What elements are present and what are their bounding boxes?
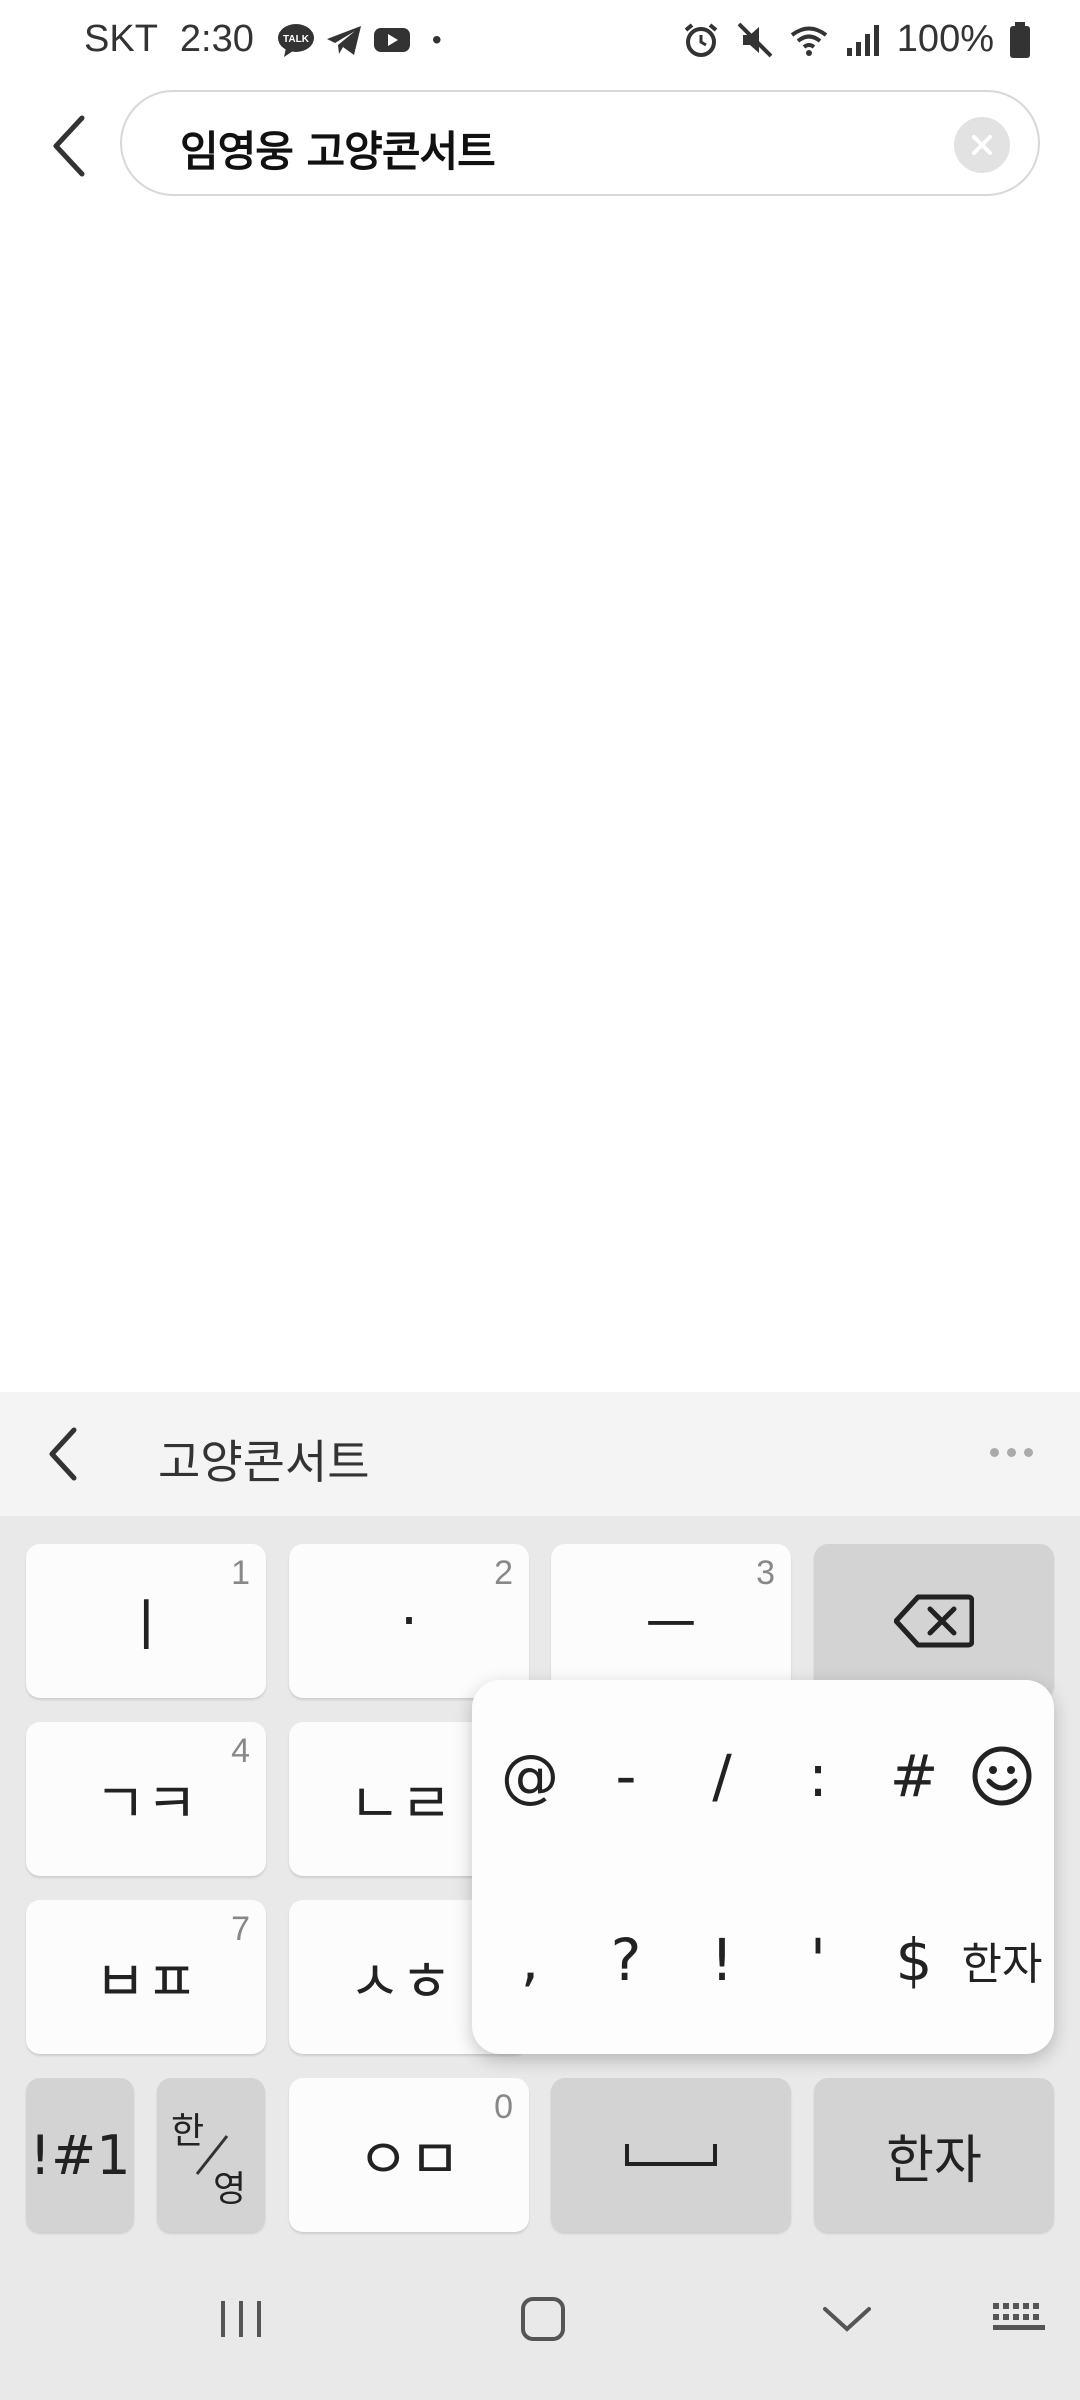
popup-slash[interactable]: / [674, 1728, 770, 1824]
home-button[interactable] [498, 2274, 588, 2364]
chevron-down-icon [823, 2307, 871, 2332]
key-label: ㄱㅋ [94, 1771, 198, 1837]
symbol-popup: @ - / : # , ? ! ' $ 한자 [472, 1680, 1054, 2054]
suggestion-bar: 고양콘서트 [0, 1392, 1080, 1516]
more-dot-icon [1007, 1447, 1016, 1457]
search-input[interactable]: 임영웅 고양콘서트 [120, 90, 1040, 196]
key-hint: 0 [494, 2088, 513, 2126]
key-o-m[interactable]: ㅇㅁ 0 [289, 2078, 529, 2232]
recent-apps-button[interactable] [196, 2274, 286, 2364]
close-icon [972, 135, 992, 155]
popup-dollar[interactable]: $ [866, 1912, 962, 2008]
svg-text:TALK: TALK [283, 34, 310, 45]
more-dot-icon [990, 1447, 999, 1457]
navigation-bar [0, 2238, 1080, 2400]
recent-apps-icon [221, 2301, 261, 2337]
hide-keyboard-button[interactable] [802, 2274, 892, 2364]
more-options-button[interactable] [990, 1442, 1040, 1462]
key-label: ㅇㅁ [357, 2127, 461, 2193]
lang-bottom: 영 [213, 2169, 247, 2210]
popup-hanja[interactable]: 한자 [954, 1912, 1050, 2008]
key-hint: 7 [231, 1910, 250, 1948]
status-bar: SKT 2:30 TALK • 100% [0, 0, 1080, 88]
wifi-icon [790, 26, 828, 56]
popup-dash[interactable]: - [578, 1728, 674, 1824]
backspace-icon [894, 1594, 974, 1648]
home-icon [521, 2297, 565, 2341]
popup-exclamation[interactable]: ! [674, 1912, 770, 2008]
popup-at[interactable]: @ [482, 1728, 578, 1824]
key-label: ㄴㄹ [349, 1771, 453, 1837]
key-hint: 3 [756, 1554, 775, 1592]
popup-apostrophe[interactable]: ' [770, 1912, 866, 2008]
clock: 2:30 [179, 18, 254, 60]
battery-icon [1010, 21, 1030, 58]
status-left: SKT 2:30 TALK • [84, 18, 442, 61]
key-label: · [400, 1588, 418, 1654]
battery-percent: 100% [896, 18, 994, 60]
key-hint: 1 [231, 1554, 250, 1592]
chevron-left-icon [49, 1427, 77, 1481]
popup-question[interactable]: ? [578, 1912, 674, 2008]
backspace-key[interactable] [814, 1544, 1054, 1698]
key-hint: 4 [231, 1732, 250, 1770]
key-b-p[interactable]: ㅂㅍ 7 [26, 1900, 266, 2054]
popup-emoji[interactable] [954, 1728, 1050, 1824]
kakaotalk-icon: TALK [277, 23, 314, 57]
alarm-icon [684, 22, 718, 57]
key-label: ㅅㅎ [349, 1949, 453, 2015]
signal-icon [846, 24, 879, 56]
suggestion-back-button[interactable] [42, 1424, 82, 1484]
chevron-left-icon [53, 115, 85, 177]
popup-colon[interactable]: : [770, 1728, 866, 1824]
key-hint: 2 [494, 1554, 513, 1592]
key-label: 한자 [886, 2130, 982, 2191]
key-label: ㅡ [645, 1593, 697, 1659]
hanja-key[interactable]: 한자 [814, 2078, 1054, 2232]
clear-search-button[interactable] [954, 117, 1010, 173]
more-dot-icon [1024, 1447, 1033, 1457]
youtube-icon [373, 27, 410, 52]
status-right: 100% [681, 18, 1032, 61]
smiley-icon [972, 1746, 1032, 1806]
key-label: !#1 [29, 2123, 131, 2187]
key-eu[interactable]: ㅡ 3 [551, 1544, 791, 1698]
keyboard-icon [993, 2303, 1045, 2330]
carrier-label: SKT [84, 18, 158, 60]
symbols-key[interactable]: !#1 [26, 2078, 134, 2232]
suggestion-word[interactable]: 고양콘서트 [158, 1426, 370, 1492]
key-dot[interactable]: · 2 [289, 1544, 529, 1698]
key-i[interactable]: ㅣ 1 [26, 1544, 266, 1698]
key-label: ㅣ [120, 1593, 172, 1659]
popup-hash[interactable]: # [866, 1728, 962, 1824]
key-g-k[interactable]: ㄱㅋ 4 [26, 1722, 266, 1876]
telegram-icon [326, 25, 361, 55]
notification-dot: • [431, 23, 442, 55]
key-label: ㅂㅍ [94, 1949, 198, 2015]
search-query: 임영웅 고양콘서트 [180, 127, 496, 176]
language-toggle-key[interactable]: 한 영 [157, 2078, 265, 2232]
mute-icon [737, 22, 773, 57]
popup-comma[interactable]: , [482, 1912, 578, 2008]
space-icon [625, 2144, 717, 2166]
space-key[interactable] [551, 2078, 791, 2232]
keyboard-switch-button[interactable] [974, 2274, 1064, 2364]
back-button[interactable] [40, 108, 100, 184]
